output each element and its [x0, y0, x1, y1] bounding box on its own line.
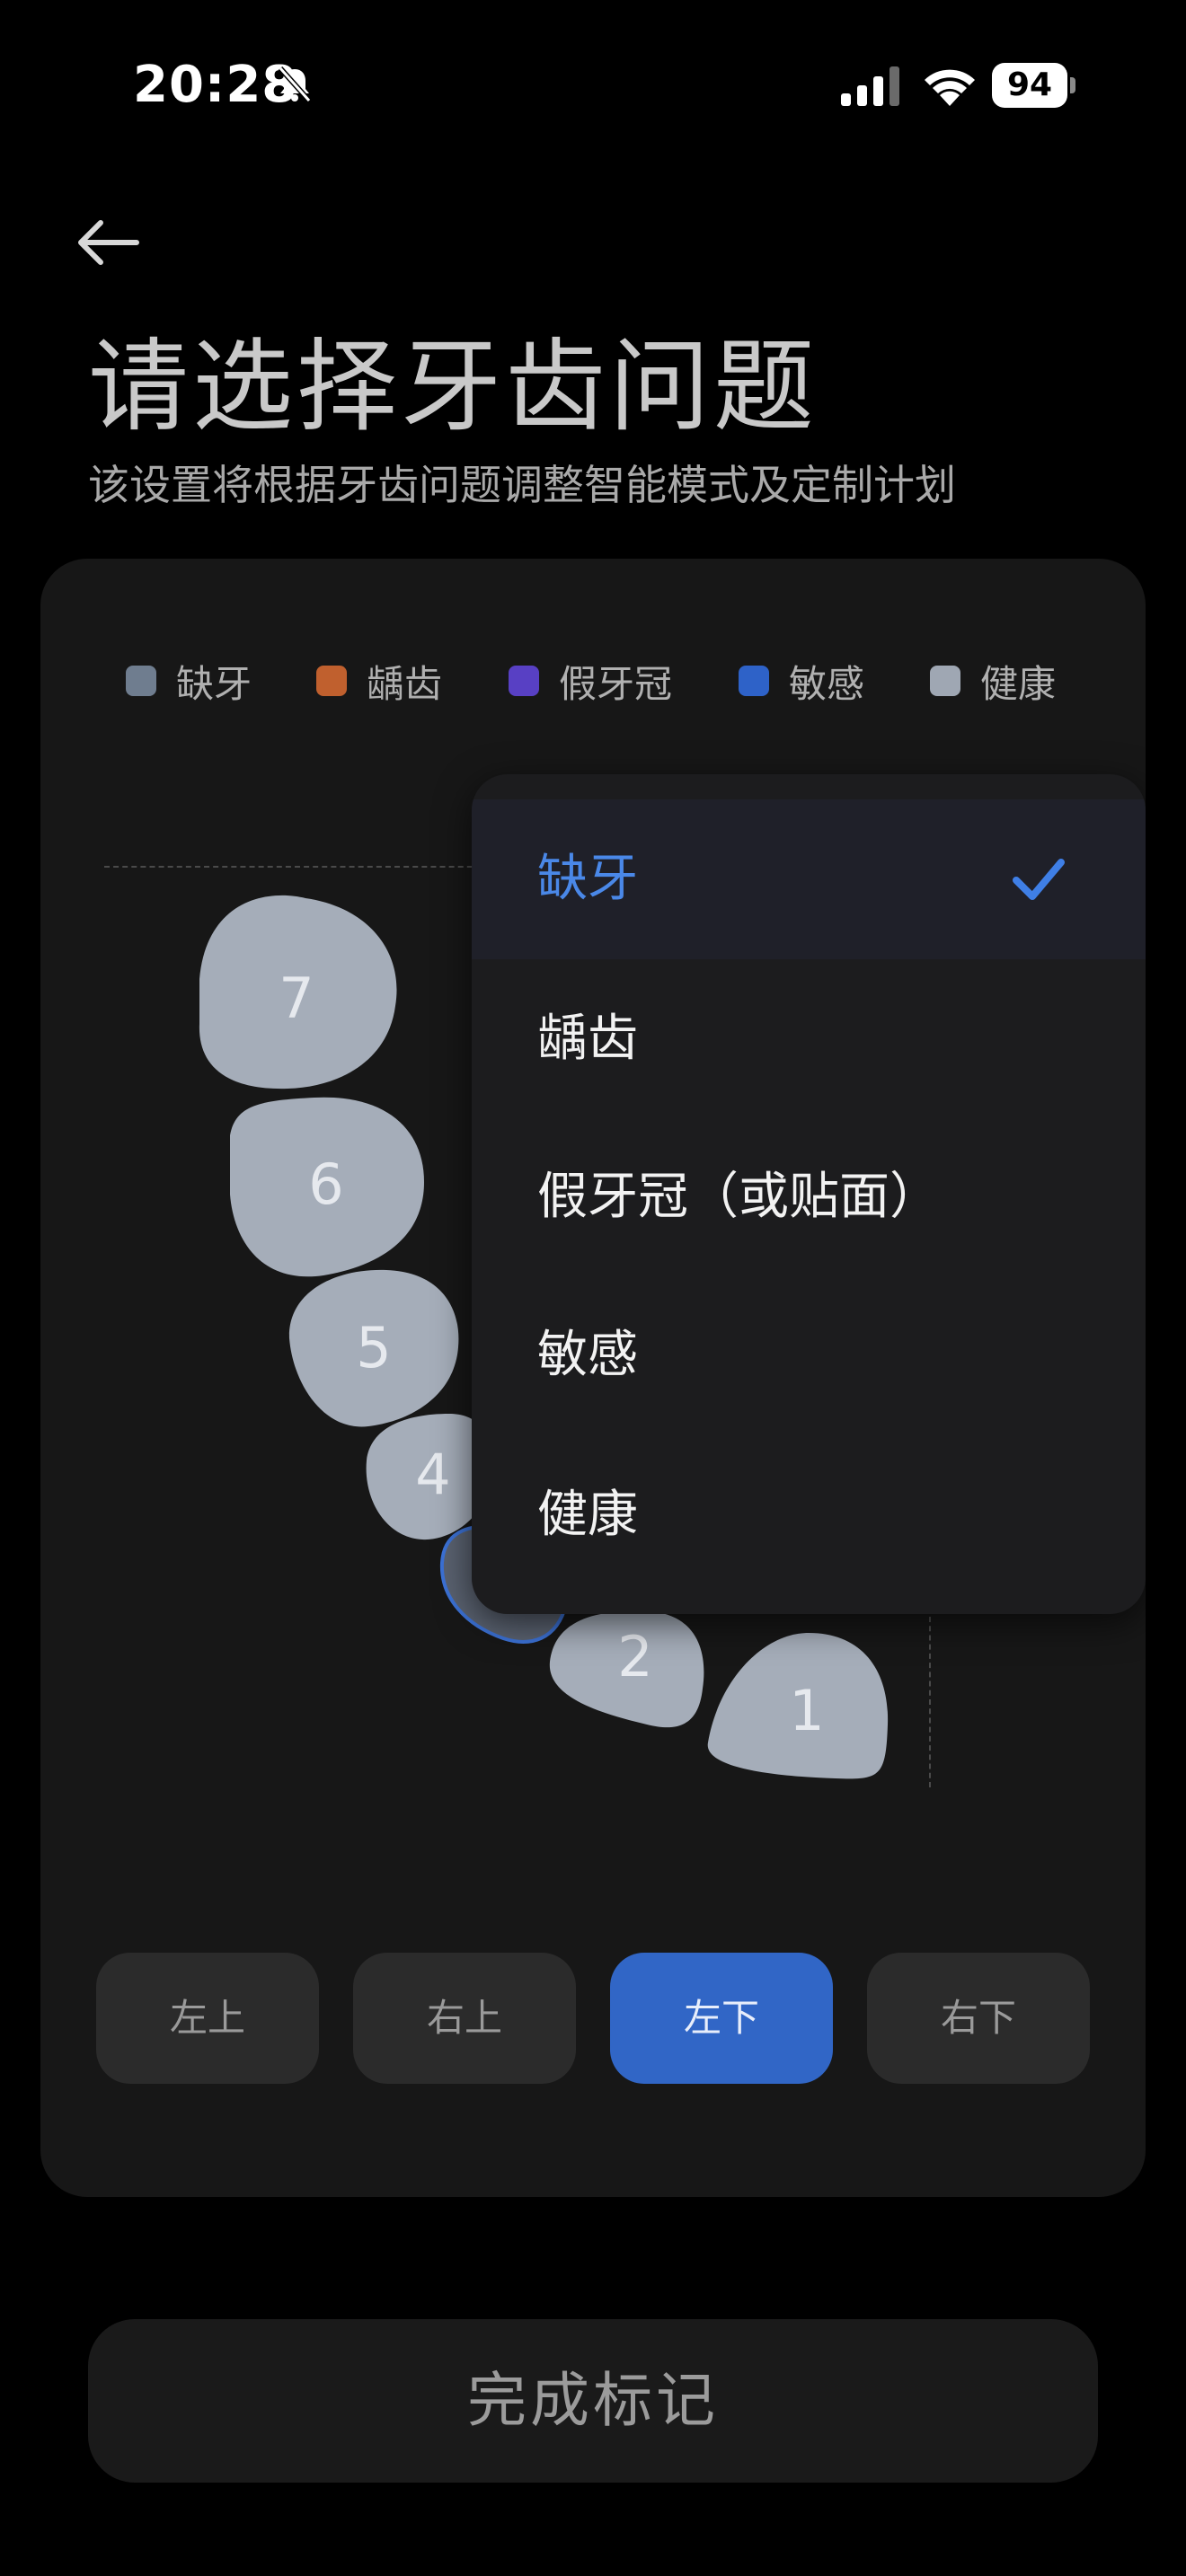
tooth-number: 1: [789, 1678, 824, 1743]
tooth-number: 5: [356, 1315, 391, 1381]
tooth-number: 4: [415, 1442, 450, 1507]
finish-marking-button[interactable]: 完成标记: [88, 2319, 1098, 2483]
quadrant-lower-right-button[interactable]: 右下: [867, 1953, 1090, 2084]
menu-item-sensitive[interactable]: 敏感: [472, 1275, 1146, 1435]
menu-item-label: 健康: [537, 1486, 638, 1544]
checkmark-icon: [1013, 859, 1065, 900]
menu-item-label: 龋齿: [537, 1010, 638, 1068]
tooth-6[interactable]: 6: [230, 1097, 424, 1277]
tooth-5[interactable]: 5: [288, 1269, 459, 1427]
tooth-2[interactable]: 2: [549, 1610, 704, 1728]
menu-item-label: 假牙冠（或贴面）: [537, 1168, 940, 1226]
tooth-7[interactable]: 7: [199, 895, 397, 1090]
menu-item-label: 缺牙: [537, 850, 638, 908]
quadrant-upper-right-button[interactable]: 右上: [353, 1953, 576, 2084]
tooth-number: 6: [308, 1151, 343, 1217]
menu-item-missing[interactable]: 缺牙: [472, 799, 1146, 959]
menu-item-caries[interactable]: 龋齿: [472, 959, 1146, 1119]
tooth-number: 7: [279, 966, 314, 1031]
menu-item-healthy[interactable]: 健康: [472, 1435, 1146, 1595]
quadrant-upper-left-button[interactable]: 左上: [96, 1953, 319, 2084]
menu-item-crown[interactable]: 假牙冠（或贴面）: [472, 1117, 1146, 1277]
issue-dropdown-menu: 缺牙 龋齿 假牙冠（或贴面） 敏感 健康: [472, 774, 1146, 1614]
tooth-1[interactable]: 1: [707, 1633, 889, 1779]
tooth-number: 2: [617, 1624, 652, 1689]
menu-item-label: 敏感: [537, 1326, 638, 1384]
quadrant-lower-left-button[interactable]: 左下: [610, 1953, 833, 2084]
